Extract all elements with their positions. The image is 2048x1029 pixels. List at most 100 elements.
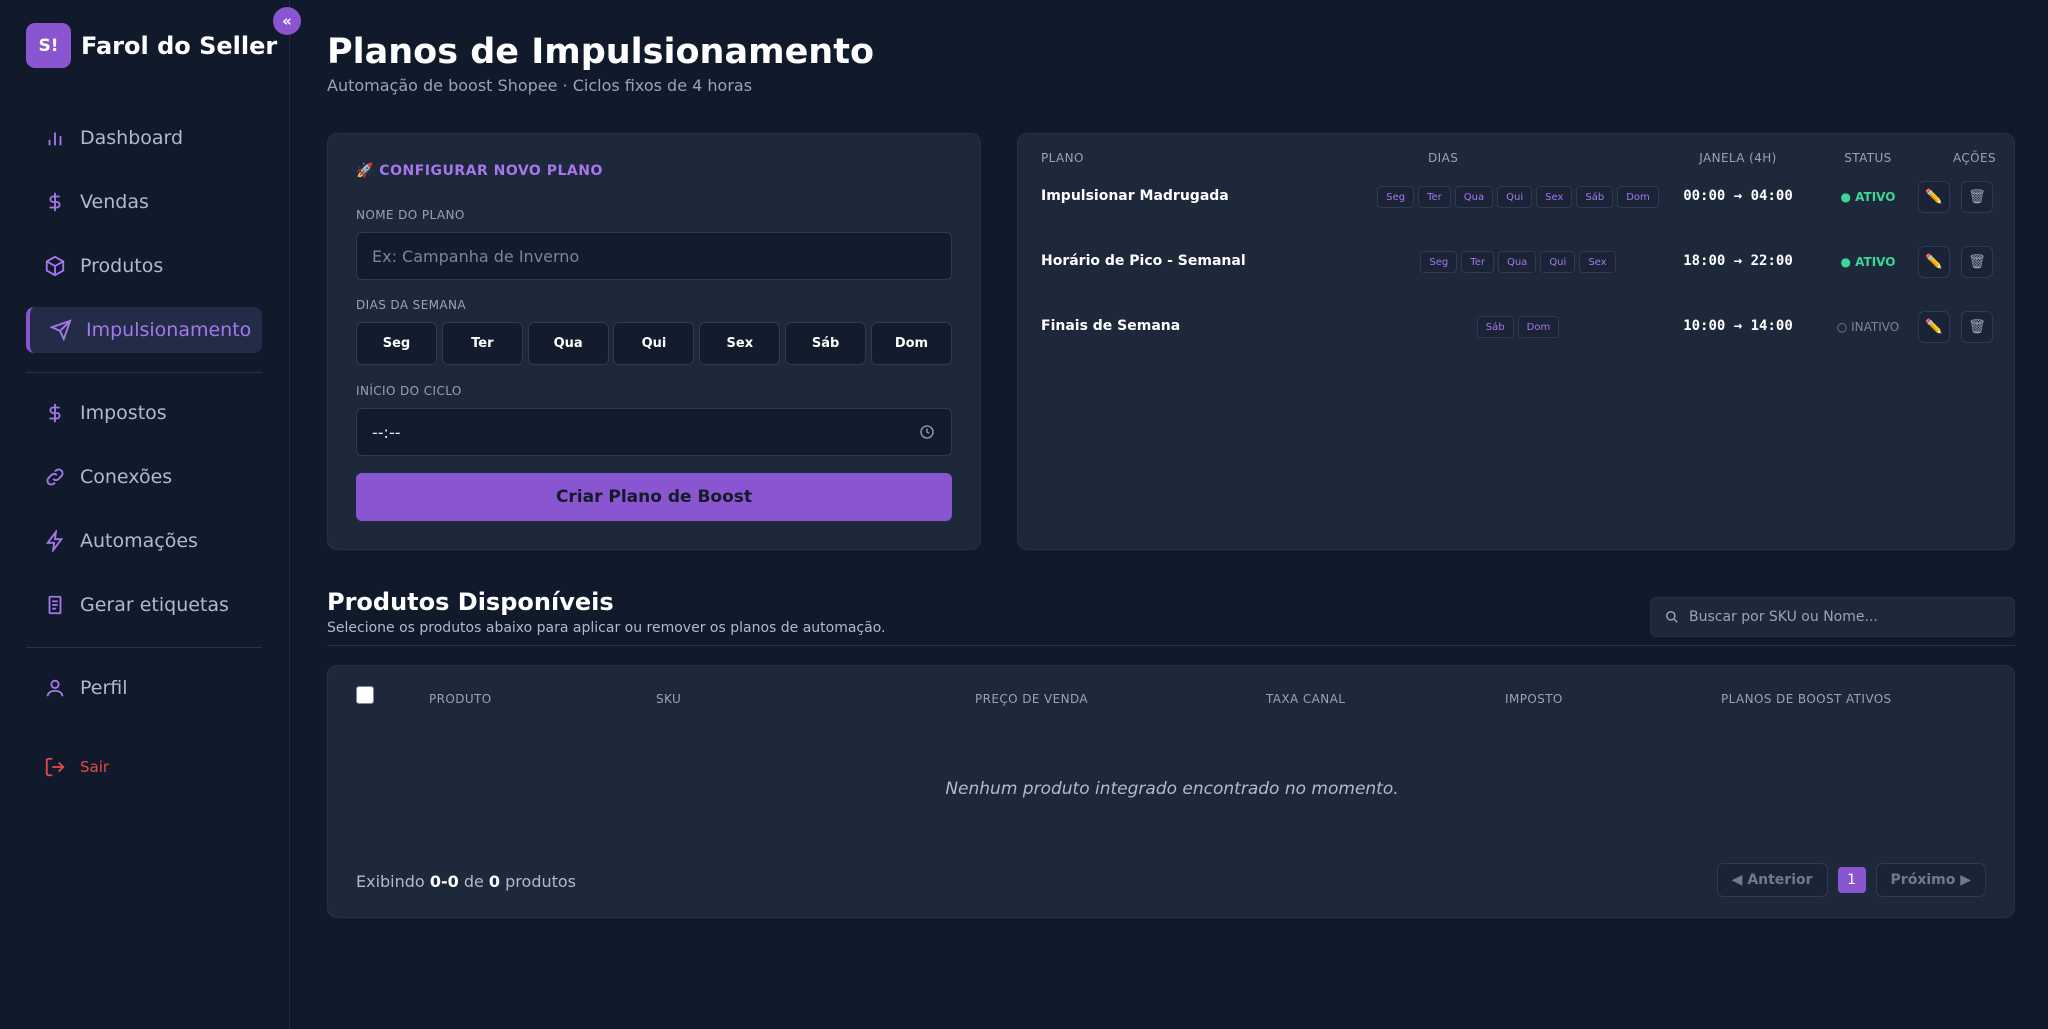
day-button-sab[interactable]: Sáb bbox=[785, 322, 867, 365]
clock-icon[interactable] bbox=[919, 424, 935, 440]
column-header-produto: PRODUTO bbox=[429, 692, 492, 706]
nav-item-gerar-etiquetas[interactable]: Gerar etiquetas bbox=[26, 582, 262, 628]
form-title: 🚀 CONFIGURAR NOVO PLANO bbox=[356, 163, 603, 179]
nav-item-dashboard[interactable]: Dashboard bbox=[26, 115, 262, 161]
nav-item-produtos[interactable]: Produtos bbox=[26, 243, 262, 289]
day-chip: Seg bbox=[1377, 186, 1415, 208]
page-subtitle: Automação de boost Shopee · Ciclos fixos… bbox=[327, 76, 753, 95]
column-header-taxa: TAXA CANAL bbox=[1266, 692, 1346, 706]
user-icon bbox=[44, 677, 66, 699]
cycle-start-time-input[interactable]: --:-- bbox=[356, 408, 952, 456]
collapse-sidebar-button[interactable]: « bbox=[273, 7, 301, 35]
section-divider bbox=[327, 645, 2015, 646]
delete-plan-button[interactable]: 🗑 bbox=[1961, 246, 1993, 278]
bar-chart-icon bbox=[44, 127, 66, 149]
nav-item-impostos[interactable]: Impostos bbox=[26, 390, 262, 436]
select-all-checkbox[interactable] bbox=[356, 686, 374, 704]
pencil-icon: ✏️ bbox=[1925, 189, 1943, 205]
summary-total: 0 bbox=[488, 872, 501, 891]
nav-item-label: Gerar etiquetas bbox=[80, 594, 229, 616]
create-plan-button[interactable]: Criar Plano de Boost bbox=[356, 473, 952, 521]
logout-button[interactable]: Sair bbox=[26, 744, 262, 790]
send-icon bbox=[50, 319, 72, 341]
status-badge: ○ INATIVO bbox=[1836, 320, 1900, 334]
prev-page-button[interactable]: ◀ Anterior bbox=[1716, 863, 1828, 897]
products-table: PRODUTO SKU PREÇO DE VENDA TAXA CANAL IM… bbox=[327, 665, 2015, 918]
day-chip: Sáb bbox=[1476, 316, 1514, 338]
day-button-sex[interactable]: Sex bbox=[699, 322, 781, 365]
nav-item-automacoes[interactable]: Automações bbox=[26, 518, 262, 564]
status-badge: ● ATIVO bbox=[1840, 255, 1896, 269]
page-number-button[interactable]: 1 bbox=[1837, 867, 1866, 893]
delete-plan-button[interactable]: 🗑 bbox=[1961, 181, 1993, 213]
bolt-icon bbox=[44, 530, 66, 552]
pagination: ◀ Anterior 1 Próximo ▶ bbox=[1716, 863, 1986, 897]
day-chip: Qui bbox=[1540, 251, 1576, 273]
cycle-start-value: --:-- bbox=[372, 422, 401, 442]
day-chip: Sex bbox=[1579, 251, 1616, 273]
brand-name: Farol do Seller bbox=[81, 31, 278, 60]
column-header-preco: PREÇO DE VENDA bbox=[975, 692, 1089, 706]
pagination-summary: Exibindo 0-0 de 0 produtos bbox=[356, 872, 576, 891]
brand[interactable]: S! Farol do Seller bbox=[26, 23, 277, 68]
day-chip: Qua bbox=[1454, 186, 1494, 208]
nav-item-conexoes[interactable]: Conexões bbox=[26, 454, 262, 500]
nav-item-vendas[interactable]: Vendas bbox=[26, 179, 262, 225]
cycle-start-label: INÍCIO DO CICLO bbox=[356, 384, 462, 398]
status-badge: ● ATIVO bbox=[1840, 190, 1896, 204]
product-search[interactable] bbox=[1650, 597, 2015, 637]
nav-divider bbox=[26, 647, 262, 648]
day-button-seg[interactable]: Seg bbox=[356, 322, 437, 365]
new-plan-form: 🚀 CONFIGURAR NOVO PLANO NOME DO PLANO DI… bbox=[327, 133, 981, 550]
day-button-qua[interactable]: Qua bbox=[527, 322, 609, 365]
delete-plan-button[interactable]: 🗑 bbox=[1961, 311, 1993, 343]
sidebar: « S! Farol do Seller Dashboard Vendas Pr… bbox=[0, 0, 301, 1029]
logout-label: Sair bbox=[80, 758, 110, 776]
nav-divider bbox=[26, 372, 262, 373]
plan-row: Finais de Semana Sáb Dom 10:00 → 14:00 ○… bbox=[1018, 302, 2016, 352]
column-header-planos: PLANOS DE BOOST ATIVOS bbox=[1721, 692, 1892, 706]
nav-item-label: Conexões bbox=[80, 466, 173, 488]
document-icon bbox=[44, 594, 66, 616]
edit-plan-button[interactable]: ✏️ bbox=[1918, 246, 1950, 278]
day-button-qui[interactable]: Qui bbox=[613, 322, 695, 365]
plan-name: Horário de Pico - Semanal bbox=[1041, 253, 1246, 269]
page-title: Planos de Impulsionamento bbox=[327, 32, 874, 72]
box-icon bbox=[44, 255, 66, 277]
column-header-imposto: IMPOSTO bbox=[1505, 692, 1563, 706]
nav-item-label: Automações bbox=[80, 530, 198, 552]
day-chip: Ter bbox=[1418, 186, 1451, 208]
next-page-button[interactable]: Próximo ▶ bbox=[1875, 863, 1986, 897]
nav-item-label: Perfil bbox=[80, 677, 128, 699]
column-header-sku: SKU bbox=[656, 692, 682, 706]
column-header-actions: AÇÕES bbox=[1953, 151, 1997, 165]
plan-name-label: NOME DO PLANO bbox=[356, 208, 465, 222]
trash-icon: 🗑 bbox=[1968, 254, 1986, 270]
nav-item-label: Impostos bbox=[80, 402, 167, 424]
products-title: Produtos Disponíveis bbox=[327, 588, 614, 616]
nav-item-label: Vendas bbox=[80, 191, 149, 213]
days-label: DIAS DA SEMANA bbox=[356, 298, 467, 312]
summary-range: 0-0 bbox=[429, 872, 459, 891]
summary-of: de bbox=[463, 872, 484, 891]
trash-icon: 🗑 bbox=[1968, 189, 1986, 205]
nav-item-impulsionamento[interactable]: Impulsionamento bbox=[26, 307, 262, 353]
plan-row: Horário de Pico - Semanal Seg Ter Qua Qu… bbox=[1018, 237, 2016, 287]
column-header-days: DIAS bbox=[1428, 151, 1459, 165]
nav-item-label: Produtos bbox=[80, 255, 164, 277]
day-chip: Ter bbox=[1461, 251, 1494, 273]
day-button-ter[interactable]: Ter bbox=[441, 322, 523, 365]
link-icon bbox=[44, 466, 66, 488]
plan-name-input[interactable] bbox=[356, 232, 952, 280]
column-header-status: STATUS bbox=[1844, 151, 1892, 165]
day-button-dom[interactable]: Dom bbox=[870, 322, 952, 365]
plan-row: Impulsionar Madrugada Seg Ter Qua Qui Se… bbox=[1018, 172, 2016, 222]
day-chip: Sáb bbox=[1576, 186, 1614, 208]
product-search-input[interactable] bbox=[1689, 609, 1989, 625]
plan-name: Finais de Semana bbox=[1041, 318, 1181, 334]
nav-item-perfil[interactable]: Perfil bbox=[26, 665, 262, 711]
search-icon bbox=[1666, 611, 1678, 623]
edit-plan-button[interactable]: ✏️ bbox=[1918, 181, 1950, 213]
edit-plan-button[interactable]: ✏️ bbox=[1918, 311, 1950, 343]
day-chip: Seg bbox=[1420, 251, 1458, 273]
